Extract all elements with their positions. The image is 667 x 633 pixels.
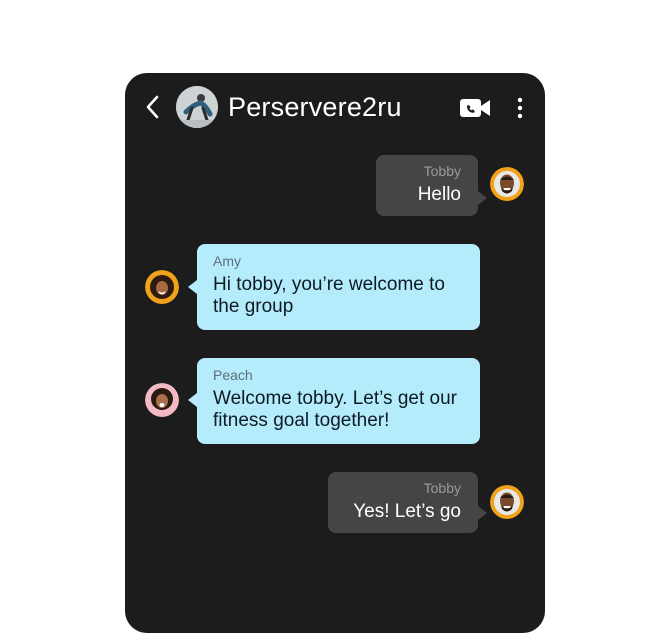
group-avatar[interactable] xyxy=(176,86,218,128)
more-options-button[interactable] xyxy=(511,95,529,121)
user-avatar-icon xyxy=(490,167,524,201)
bubble-tail xyxy=(188,393,197,407)
avatar[interactable] xyxy=(490,167,524,201)
message-bubble[interactable]: Tobby Hello xyxy=(376,155,478,216)
user-avatar-icon xyxy=(145,383,179,417)
message-sender: Peach xyxy=(213,367,253,383)
message-text: Yes! Let’s go xyxy=(353,501,461,522)
message-sender: Tobby xyxy=(423,480,461,496)
message-sender: Amy xyxy=(213,253,241,269)
message-bubble[interactable]: Amy Hi tobby, you’re welcome to the grou… xyxy=(197,244,480,330)
avatar[interactable] xyxy=(145,383,179,417)
message-sender: Tobby xyxy=(423,163,461,179)
bubble-tail xyxy=(478,191,487,205)
message-text: Hi tobby, you’re welcome to the group xyxy=(213,274,445,317)
avatar[interactable] xyxy=(490,485,524,519)
message-text: Welcome tobby. Let’s get our fitness goa… xyxy=(213,388,457,431)
bubble-tail xyxy=(188,280,197,294)
user-avatar-icon xyxy=(145,270,179,304)
chat-window: Perservere2ru Tobby Hello Amy Hi tobby, … xyxy=(125,73,545,633)
back-button[interactable] xyxy=(142,93,164,121)
video-call-button[interactable] xyxy=(459,97,491,119)
avatar[interactable] xyxy=(145,270,179,304)
message-text: Hello xyxy=(417,184,461,205)
message-bubble[interactable]: Tobby Yes! Let’s go xyxy=(328,472,478,533)
video-call-icon xyxy=(460,99,490,117)
chevron-left-icon xyxy=(146,95,159,119)
group-photo-icon xyxy=(176,86,218,128)
message-bubble[interactable]: Peach Welcome tobby. Let’s get our fitne… xyxy=(197,358,480,444)
user-avatar-icon xyxy=(490,485,524,519)
more-vertical-icon xyxy=(517,97,523,119)
chat-title: Perservere2ru xyxy=(228,92,402,122)
chat-header: Perservere2ru xyxy=(125,73,545,143)
bubble-tail xyxy=(478,506,487,520)
